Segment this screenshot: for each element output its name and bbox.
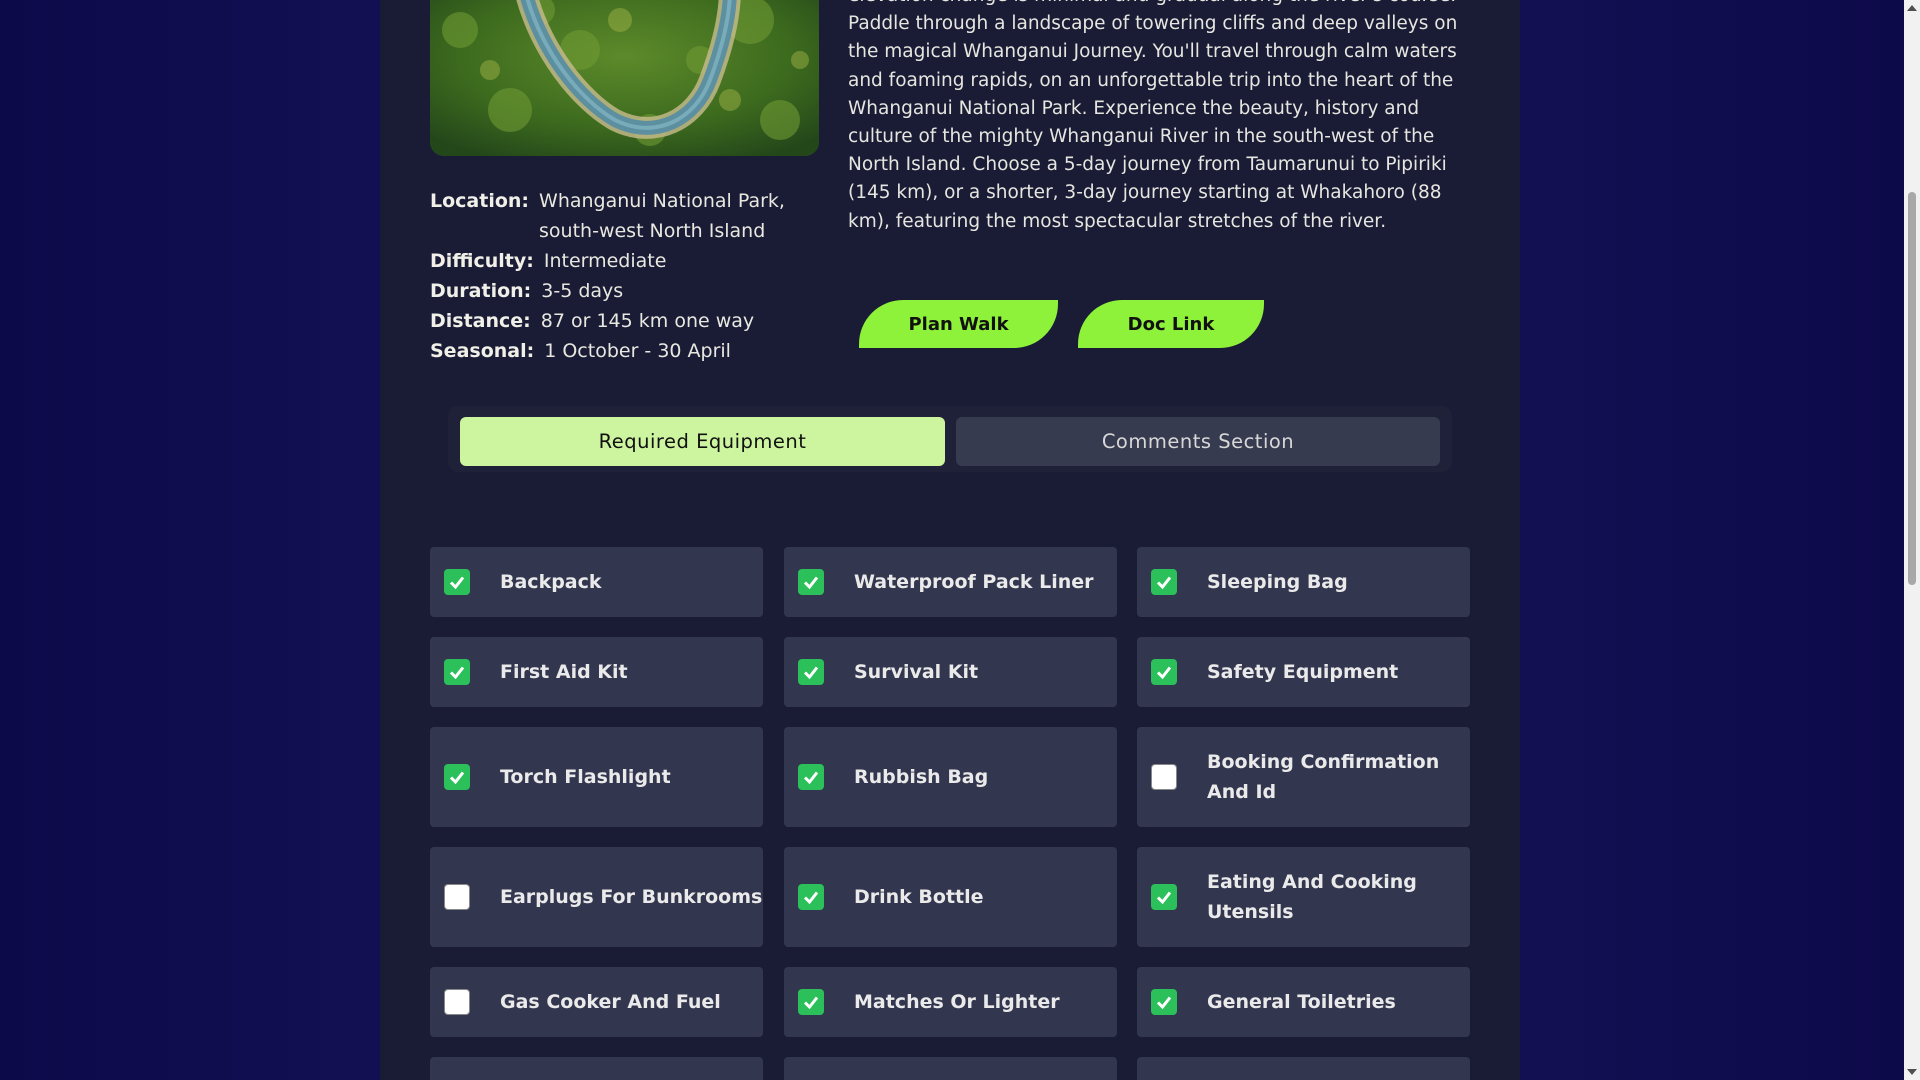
info-value: 87 or 145 km one way <box>540 310 755 332</box>
equipment-item[interactable]: Drink Bottle <box>784 847 1117 947</box>
equipment-item[interactable]: Gas Cooker And Fuel <box>430 967 763 1037</box>
equipment-item[interactable]: Safety Equipment <box>1137 637 1470 707</box>
info-label: Difficulty: <box>430 250 534 272</box>
equipment-label: Safety Equipment <box>1207 661 1399 683</box>
checkbox-checked[interactable] <box>1151 884 1177 910</box>
checkbox-checked[interactable] <box>444 569 470 595</box>
equipment-item[interactable]: Matches Or Lighter <box>784 967 1117 1037</box>
track-detail-panel: Location: Whanganui National Park, south… <box>380 0 1520 1080</box>
checkbox-checked[interactable] <box>1151 659 1177 685</box>
checkbox-unchecked[interactable] <box>444 884 470 910</box>
equipment-item[interactable]: Eating And Cooking Utensils <box>1137 847 1470 947</box>
equipment-item[interactable]: Waterproof Pack Liner <box>784 547 1117 617</box>
equipment-label: Matches Or Lighter <box>854 991 1060 1013</box>
checkbox-checked[interactable] <box>798 569 824 595</box>
checkbox-unchecked[interactable] <box>1151 764 1177 790</box>
checkbox-checked[interactable] <box>444 764 470 790</box>
equipment-item[interactable]: Torch Flashlight <box>430 727 763 827</box>
equipment-label: Waterproof Pack Liner <box>854 571 1094 593</box>
checkbox-checked[interactable] <box>1151 569 1177 595</box>
scrollbar-thumb[interactable] <box>1908 192 1916 585</box>
tab-required-equipment[interactable]: Required Equipment <box>460 417 945 466</box>
checkbox-checked[interactable] <box>798 764 824 790</box>
equipment-item[interactable]: Sleeping Bag <box>1137 547 1470 617</box>
checkbox-checked[interactable] <box>798 989 824 1015</box>
scroll-up-arrow-icon[interactable] <box>1907 5 1917 11</box>
track-info-list: Location: Whanganui National Park, south… <box>430 186 830 366</box>
equipment-label: Eating And Cooking Utensils <box>1207 871 1417 923</box>
equipment-item[interactable]: Booking Confirmation And Id <box>1137 727 1470 827</box>
checkbox-unchecked[interactable] <box>444 989 470 1015</box>
info-label: Distance: <box>430 310 531 332</box>
equipment-item[interactable]: General Toiletries <box>1137 967 1470 1037</box>
equipment-label: Torch Flashlight <box>500 766 671 788</box>
equipment-label: General Toiletries <box>1207 991 1396 1013</box>
equipment-item-partial[interactable] <box>784 1057 1117 1080</box>
equipment-item[interactable]: Survival Kit <box>784 637 1117 707</box>
equipment-label: Gas Cooker And Fuel <box>500 991 721 1013</box>
equipment-item-partial[interactable] <box>1137 1057 1470 1080</box>
equipment-item[interactable]: Rubbish Bag <box>784 727 1117 827</box>
scroll-down-arrow-icon[interactable] <box>1907 1069 1917 1075</box>
tab-comments-section[interactable]: Comments Section <box>956 417 1440 466</box>
info-value: 1 October - 30 April <box>544 340 731 362</box>
info-label: Location: <box>430 190 530 212</box>
info-difficulty: Difficulty: Intermediate <box>430 246 830 276</box>
action-buttons: Plan Walk Doc Link <box>859 300 1264 348</box>
equipment-label: Rubbish Bag <box>854 766 989 788</box>
equipment-label: Sleeping Bag <box>1207 571 1348 593</box>
equipment-label: First Aid Kit <box>500 661 628 683</box>
plan-walk-button[interactable]: Plan Walk <box>859 300 1058 348</box>
checkbox-checked[interactable] <box>444 659 470 685</box>
equipment-item[interactable]: First Aid Kit <box>430 637 763 707</box>
info-value: 3-5 days <box>541 280 624 302</box>
info-value: Whanganui National Park, south-west Nort… <box>539 190 785 242</box>
track-description: elevation change is minimal and gradual … <box>848 0 1458 232</box>
info-value: Intermediate <box>543 250 667 272</box>
equipment-item[interactable]: Earplugs For Bunkrooms <box>430 847 763 947</box>
equipment-label: Booking Confirmation And Id <box>1207 751 1440 803</box>
equipment-item-partial[interactable] <box>430 1057 763 1080</box>
doc-link-button[interactable]: Doc Link <box>1078 300 1264 348</box>
info-distance: Distance: 87 or 145 km one way <box>430 306 830 336</box>
equipment-label: Backpack <box>500 571 602 593</box>
checkbox-checked[interactable] <box>1151 989 1177 1015</box>
equipment-label: Survival Kit <box>854 661 979 683</box>
checkbox-checked[interactable] <box>798 884 824 910</box>
equipment-item[interactable]: Backpack <box>430 547 763 617</box>
info-location: Location: Whanganui National Park, south… <box>430 186 830 246</box>
info-duration: Duration: 3-5 days <box>430 276 830 306</box>
track-hero-image <box>430 0 819 156</box>
info-label: Seasonal: <box>430 340 535 362</box>
equipment-label: Earplugs For Bunkrooms <box>500 886 763 908</box>
checkbox-checked[interactable] <box>798 659 824 685</box>
equipment-label: Drink Bottle <box>854 886 984 908</box>
info-seasonal: Seasonal: 1 October - 30 April <box>430 336 830 366</box>
page-scrollbar[interactable] <box>1904 0 1920 1080</box>
section-tabs: Required Equipment Comments Section <box>448 406 1452 472</box>
info-label: Duration: <box>430 280 532 302</box>
